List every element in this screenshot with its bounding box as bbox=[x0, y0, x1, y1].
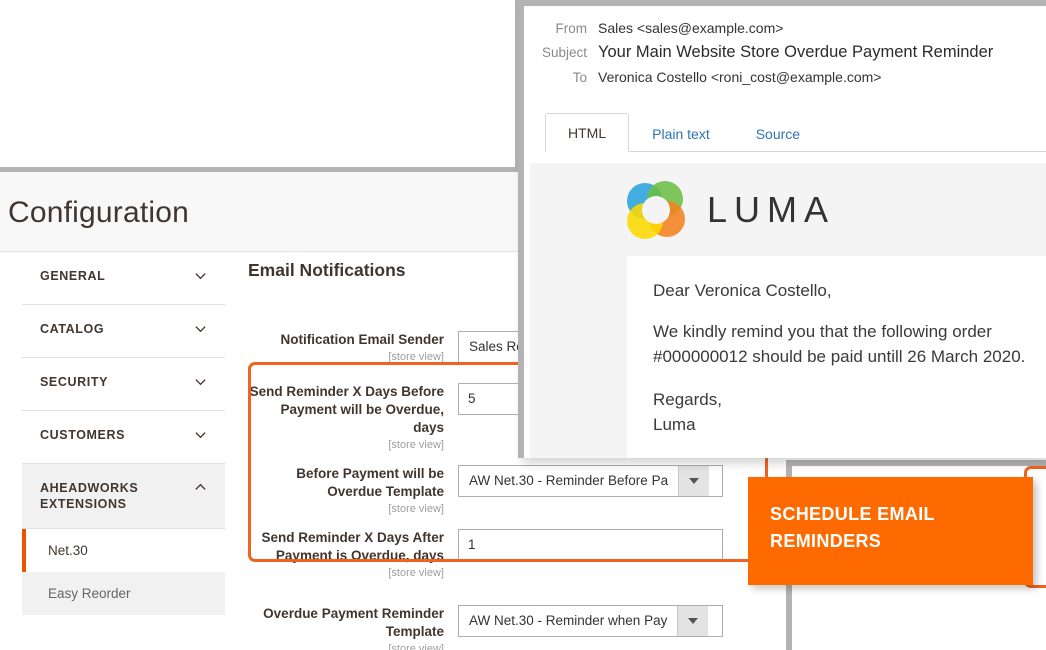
email-header-to: To Veronica Costello <roni_cost@example.… bbox=[524, 69, 1046, 85]
email-header-label: From bbox=[555, 21, 588, 36]
email-header-value: Sales <sales@example.com> bbox=[598, 20, 784, 36]
tab-plain-text[interactable]: Plain text bbox=[629, 114, 733, 152]
sidebar-item-net30[interactable]: Net.30 bbox=[22, 529, 225, 572]
page-title: Configuration bbox=[8, 196, 190, 229]
before-overdue-template-select[interactable]: AW Net.30 - Reminder Before Pa bbox=[458, 465, 723, 497]
select-value: AW Net.30 - Reminder Before Pa bbox=[469, 473, 669, 488]
field-before-overdue-template: Before Payment will be Overdue Template … bbox=[248, 465, 786, 517]
field-scope-note: [store view] bbox=[388, 503, 444, 515]
sidebar-item-label: SECURITY bbox=[40, 375, 109, 389]
luma-logo-text: LUMA bbox=[707, 189, 836, 230]
email-header-value: Veronica Costello <roni_cost@example.com… bbox=[598, 69, 882, 85]
field-scope-note: [store view] bbox=[388, 567, 444, 579]
field-label: Overdue Payment Reminder Template [store… bbox=[248, 605, 458, 650]
sidebar-subitem-label: Easy Reorder bbox=[48, 586, 131, 601]
email-message-card: Dear Veronica Costello, We kindly remind… bbox=[627, 256, 1046, 458]
field-label: Send Reminder X Days Before Payment will… bbox=[248, 383, 458, 453]
email-greeting: Dear Veronica Costello, bbox=[653, 281, 832, 300]
sidebar-item-security[interactable]: SECURITY bbox=[22, 358, 225, 411]
email-signoff-line-2: Luma bbox=[653, 415, 696, 434]
email-header-value: Your Main Website Store Overdue Payment … bbox=[598, 43, 994, 61]
badge-line-2: REMINDERS bbox=[770, 531, 882, 551]
sidebar-item-label: GENERAL bbox=[40, 269, 106, 283]
background-card bbox=[0, 0, 520, 172]
sidebar-item-label: AHEADWORKS EXTENSIONS bbox=[40, 481, 139, 511]
badge-line-1: SCHEDULE EMAIL bbox=[770, 504, 935, 524]
field-label-text: Before Payment will be Overdue Template bbox=[296, 466, 444, 499]
chevron-down-icon bbox=[194, 428, 207, 441]
email-preview-tabs: HTML Plain text Source bbox=[545, 110, 1046, 152]
sidebar-item-aheadworks-extensions[interactable]: AHEADWORKS EXTENSIONS bbox=[22, 464, 225, 529]
sidebar-item-customers[interactable]: CUSTOMERS bbox=[22, 411, 225, 464]
email-content-area: LUMA Dear Veronica Costello, We kindly r… bbox=[601, 163, 1046, 458]
config-sidebar: GENERAL CATALOG SECURITY CUSTOMERS AHEAD… bbox=[22, 252, 225, 615]
field-label-text: Overdue Payment Reminder Template bbox=[263, 606, 444, 639]
email-header-subject: Subject Your Main Website Store Overdue … bbox=[524, 43, 1046, 62]
email-headers: From Sales <sales@example.com> Subject Y… bbox=[524, 6, 1046, 102]
field-control: AW Net.30 - Reminder when Pay bbox=[458, 605, 786, 637]
field-days-after-overdue: Send Reminder X Days After Payment is Ov… bbox=[248, 529, 786, 581]
chevron-down-icon bbox=[194, 322, 207, 335]
email-header-label: To bbox=[572, 70, 587, 85]
chevron-down-icon bbox=[194, 375, 207, 388]
email-header-label: Subject bbox=[541, 45, 587, 60]
chevron-down-icon[interactable] bbox=[677, 606, 709, 636]
overdue-reminder-template-select[interactable]: AW Net.30 - Reminder when Pay bbox=[458, 605, 723, 637]
email-rendered-body: LUMA Dear Veronica Costello, We kindly r… bbox=[530, 163, 1046, 458]
field-label: Notification Email Sender [store view] bbox=[248, 331, 458, 365]
days-after-overdue-input[interactable]: 1 bbox=[458, 529, 723, 561]
email-signoff-line-1: Regards, bbox=[653, 390, 722, 409]
tab-source[interactable]: Source bbox=[733, 114, 823, 152]
field-overdue-reminder-template: Overdue Payment Reminder Template [store… bbox=[248, 605, 786, 650]
field-scope-note: [store view] bbox=[388, 439, 444, 451]
schedule-email-reminders-badge: SCHEDULE EMAIL REMINDERS bbox=[748, 477, 1033, 585]
tab-html[interactable]: HTML bbox=[545, 113, 630, 152]
field-control: 1 bbox=[458, 529, 786, 561]
field-label: Before Payment will be Overdue Template … bbox=[248, 465, 458, 517]
email-preview-window: From Sales <sales@example.com> Subject Y… bbox=[518, 0, 1046, 458]
chevron-down-icon bbox=[194, 269, 207, 282]
field-control: AW Net.30 - Reminder Before Pa bbox=[458, 465, 786, 497]
sidebar-item-catalog[interactable]: CATALOG bbox=[22, 305, 225, 358]
field-label-text: Notification Email Sender bbox=[280, 332, 444, 347]
sidebar-subitem-label: Net.30 bbox=[48, 543, 88, 558]
luma-logo: LUMA bbox=[627, 181, 835, 239]
sidebar-item-general[interactable]: GENERAL bbox=[22, 252, 225, 305]
field-label: Send Reminder X Days After Payment is Ov… bbox=[248, 529, 458, 581]
chevron-up-icon bbox=[194, 481, 207, 494]
email-paragraph: We kindly remind you that the following … bbox=[653, 322, 1026, 366]
field-label-text: Send Reminder X Days Before Payment will… bbox=[249, 384, 444, 435]
chevron-down-icon[interactable] bbox=[678, 466, 710, 496]
right-panel-top-border bbox=[786, 460, 1046, 466]
sidebar-item-label: CATALOG bbox=[40, 322, 105, 336]
field-scope-note: [store view] bbox=[388, 643, 444, 650]
luma-rings-icon bbox=[627, 181, 685, 239]
field-label-text: Send Reminder X Days After Payment is Ov… bbox=[261, 530, 444, 563]
sidebar-item-label: CUSTOMERS bbox=[40, 428, 126, 442]
screenshot-stage: Configuration GENERAL CATALOG SECURITY C… bbox=[0, 0, 1046, 650]
email-signoff: Regards, Luma bbox=[653, 387, 722, 437]
field-scope-note: [store view] bbox=[388, 351, 444, 363]
select-value: AW Net.30 - Reminder when Pay bbox=[469, 613, 668, 628]
sidebar-item-easy-reorder[interactable]: Easy Reorder bbox=[22, 572, 225, 615]
email-header-from: From Sales <sales@example.com> bbox=[524, 20, 1046, 36]
badge-text: SCHEDULE EMAIL REMINDERS bbox=[770, 501, 1021, 555]
